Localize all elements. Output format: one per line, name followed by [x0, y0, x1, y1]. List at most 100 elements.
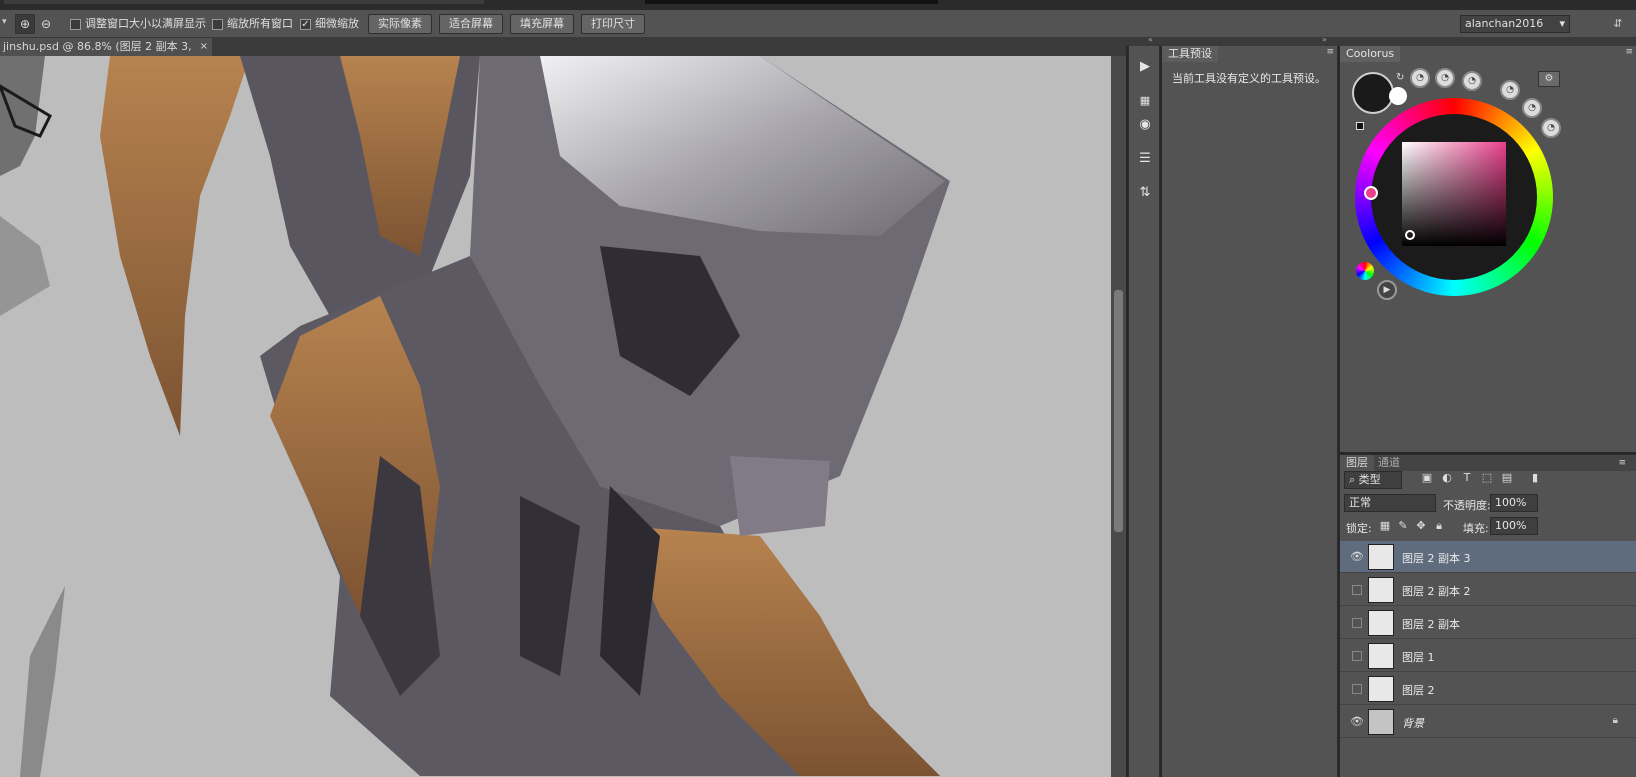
tool-presets-panel: 工具预设 ≡ 当前工具没有定义的工具预设。	[1162, 46, 1338, 777]
shape-filter-icon[interactable]: ⬚	[1480, 471, 1494, 485]
filter-label: 类型	[1358, 473, 1381, 486]
document-canvas[interactable]	[0, 56, 1111, 777]
foreground-color-swatch[interactable]	[1352, 72, 1394, 114]
layer-row[interactable]: 👁︎ 图层 2 副本 3	[1340, 541, 1636, 573]
print-size-button[interactable]: 打印尺寸	[581, 14, 645, 34]
fit-screen-button[interactable]: 适合屏幕	[439, 14, 503, 34]
mixer-knob-icon[interactable]: ◔	[1541, 118, 1561, 138]
scrollbar-thumb[interactable]	[1114, 290, 1123, 532]
lock-position-icon[interactable]: ✥	[1414, 519, 1428, 533]
layer-thumbnail	[1368, 676, 1394, 702]
default-colors-icon[interactable]	[1356, 122, 1364, 130]
mixer-knob-icon[interactable]: ◔	[1410, 68, 1430, 88]
checkbox-label: 缩放所有窗口	[227, 17, 293, 30]
coolorus-panel: Coolorus ≡ ↻ ⚙ ◔ ◔ ◔ ◔ ◔ ◔ ▶	[1340, 46, 1636, 452]
mixer-knob-icon[interactable]: ◔	[1435, 68, 1455, 88]
play-actions-icon[interactable]: ▶	[1132, 56, 1158, 78]
actual-pixels-button[interactable]: 实际像素	[368, 14, 432, 34]
lock-transparency-icon[interactable]: ▦	[1378, 519, 1392, 533]
menu-items-cropped[interactable]	[4, 0, 484, 4]
document-tab-bar: jinshu.psd @ 86.8% (图层 2 副本 3, RGB/8) ×	[0, 38, 1126, 71]
layer-thumbnail	[1368, 577, 1394, 603]
panel-menu-icon[interactable]: ≡	[1326, 47, 1334, 57]
checkbox-box-checked[interactable]: ✓	[300, 18, 311, 30]
gear-icon[interactable]: ⚙	[1538, 71, 1560, 87]
pixel-filter-icon[interactable]: ▣	[1420, 471, 1434, 485]
layer-row[interactable]: 图层 1	[1340, 640, 1636, 672]
fill-screen-button[interactable]: 填充屏幕	[510, 14, 574, 34]
background-color-swatch[interactable]	[1389, 87, 1407, 105]
swatches-grid-icon[interactable]: ▦	[1132, 90, 1158, 112]
fill-field[interactable]: 100%	[1490, 517, 1538, 535]
vertical-scrollbar[interactable]	[1111, 56, 1126, 777]
zoom-out-icon[interactable]: ⊖	[36, 14, 56, 34]
lock-all-icon[interactable]: 🔒︎	[1432, 519, 1446, 533]
panel-menu-icon[interactable]: ≡	[1612, 455, 1632, 471]
visibility-eye-icon[interactable]: 👁︎	[1350, 715, 1364, 729]
type-filter-icon[interactable]: T	[1460, 471, 1474, 485]
channels-tab[interactable]: 通道	[1372, 455, 1406, 471]
collapse-arrows-icon[interactable]: «	[1148, 35, 1153, 44]
visibility-eye-icon[interactable]: 👁︎	[1350, 550, 1364, 564]
smart-object-filter-icon[interactable]: ▤	[1500, 471, 1514, 485]
layer-thumbnail	[1368, 544, 1394, 570]
checkbox-label: 调整窗口大小以满屏显示	[85, 17, 206, 30]
layers-tab[interactable]: 图层	[1340, 455, 1374, 471]
color-picker-handle[interactable]	[1405, 230, 1415, 240]
layer-thumbnail	[1368, 709, 1394, 735]
opacity-value: 100%	[1495, 496, 1527, 509]
play-icon[interactable]: ▶	[1377, 280, 1397, 300]
swap-colors-icon[interactable]: ↻	[1396, 72, 1404, 83]
layer-name: 图层 2	[1402, 684, 1435, 697]
color-mode-icon[interactable]	[1356, 262, 1374, 280]
zoom-in-icon[interactable]: ⊕	[15, 14, 35, 34]
layer-filter-select[interactable]: ⌕ 类型	[1344, 471, 1402, 489]
mixer-knob-icon[interactable]: ◔	[1522, 98, 1542, 118]
layer-row[interactable]: 图层 2 副本 2	[1340, 574, 1636, 606]
palette-icon[interactable]: ◉	[1132, 114, 1158, 136]
mixer-knob-icon[interactable]: ◔	[1500, 80, 1520, 100]
resize-windows-checkbox[interactable]: 调整窗口大小以满屏显示	[70, 16, 206, 32]
layer-name: 背景	[1402, 717, 1424, 730]
tool-presets-tab[interactable]: 工具预设	[1162, 46, 1218, 62]
expand-arrows-icon[interactable]: »	[1322, 35, 1327, 44]
panel-dock-header: « »	[1126, 35, 1636, 46]
visibility-toggle[interactable]	[1352, 585, 1362, 595]
blend-mode-select[interactable]: 正常	[1344, 494, 1436, 512]
mixer-knob-icon[interactable]: ◔	[1462, 71, 1482, 91]
layer-row[interactable]: 👁︎ 背景 🔒︎	[1340, 706, 1636, 738]
filter-toggle-icon[interactable]: ▮	[1528, 471, 1542, 485]
document-tab[interactable]: jinshu.psd @ 86.8% (图层 2 副本 3, RGB/8) ×	[0, 38, 212, 71]
hue-handle[interactable]	[1364, 186, 1378, 200]
layer-row[interactable]: 图层 2	[1340, 673, 1636, 705]
checkbox-box[interactable]	[212, 18, 223, 30]
fill-value: 100%	[1495, 519, 1527, 532]
close-icon[interactable]: ×	[200, 38, 208, 56]
armor-painting	[0, 56, 1111, 777]
opacity-field[interactable]: 100%	[1490, 494, 1538, 512]
lock-label: 锁定:	[1346, 522, 1372, 535]
tool-preset-arrow-icon[interactable]: ▾	[2, 17, 7, 27]
saturation-brightness-square[interactable]	[1402, 142, 1506, 246]
checkbox-box[interactable]	[70, 18, 81, 30]
visibility-toggle[interactable]	[1352, 684, 1362, 694]
layer-thumbnail	[1368, 643, 1394, 669]
layer-name: 图层 2 副本	[1402, 618, 1460, 631]
lock-brush-icon[interactable]: ✎	[1396, 519, 1410, 533]
workspace-switcher[interactable]: alanchan2016 ▾	[1460, 15, 1570, 33]
tool-preset-icon[interactable]: ⇅	[1132, 182, 1158, 204]
panel-toggle-icon[interactable]: ⇵	[1608, 14, 1628, 34]
title-strip	[645, 0, 938, 4]
scrubby-zoom-checkbox[interactable]: ✓ 细微缩放	[300, 16, 359, 32]
visibility-toggle[interactable]	[1352, 651, 1362, 661]
visibility-toggle[interactable]	[1352, 618, 1362, 628]
chevron-down-icon: ▾	[1559, 17, 1565, 30]
no-presets-message: 当前工具没有定义的工具预设。	[1172, 72, 1326, 85]
adjustments-sliders-icon[interactable]: ☰	[1132, 148, 1158, 170]
panel-menu-icon[interactable]: ≡	[1625, 47, 1633, 57]
adjustment-filter-icon[interactable]: ◐	[1440, 471, 1454, 485]
zoom-all-windows-checkbox[interactable]: 缩放所有窗口	[212, 16, 293, 32]
options-bar: ▾ ⊕ ⊖ 调整窗口大小以满屏显示 缩放所有窗口 ✓ 细微缩放 实际像素 适合屏幕…	[0, 10, 1636, 38]
layer-row[interactable]: 图层 2 副本	[1340, 607, 1636, 639]
coolorus-tab[interactable]: Coolorus	[1340, 46, 1401, 62]
